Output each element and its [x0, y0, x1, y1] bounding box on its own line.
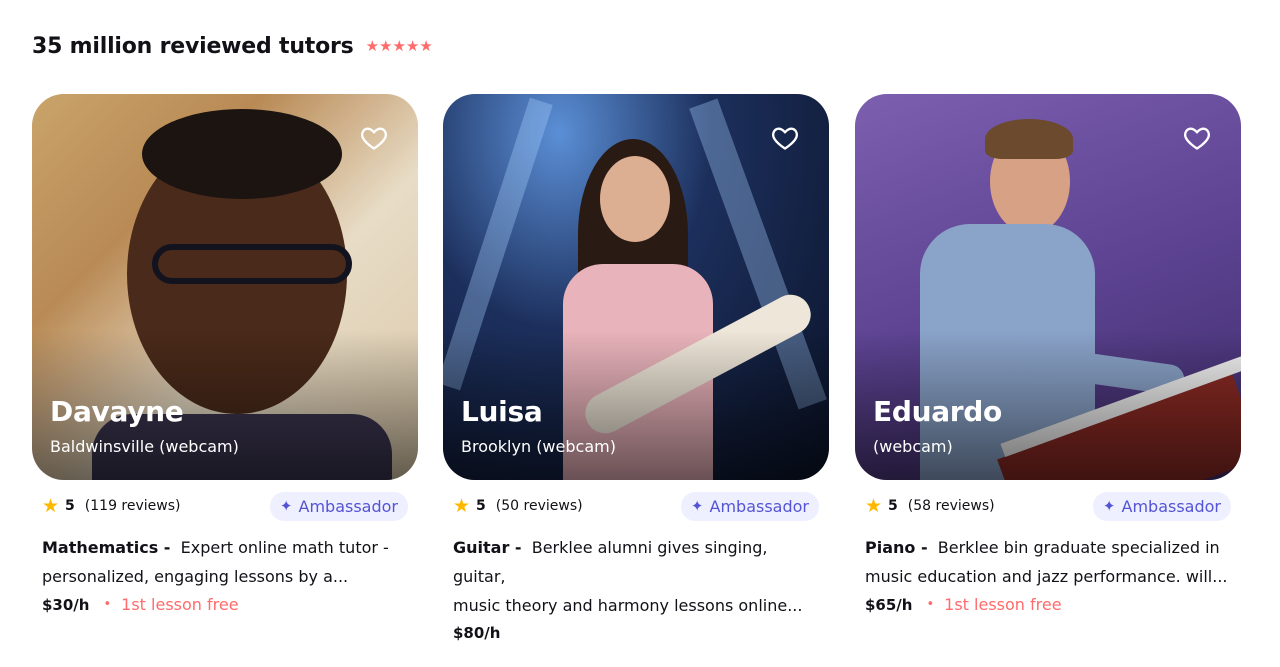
tutor-photo[interactable]: Luisa Brooklyn (webcam) — [443, 94, 829, 480]
sparkle-icon: ✦ — [279, 497, 293, 515]
section-title: 35 million reviewed tutors — [32, 34, 354, 59]
tutor-rating: ★ 5 (50 reviews) — [453, 494, 583, 517]
tutor-photo[interactable]: Eduardo (webcam) — [855, 94, 1241, 480]
tutor-card[interactable]: Eduardo (webcam) ★ 5 (58 reviews) ✦ Amba… — [855, 94, 1241, 614]
rating-stars-icon: ★★★★★ — [365, 37, 433, 55]
tutor-price: $80/h — [453, 624, 501, 642]
separator-dot-icon: • — [103, 597, 112, 612]
tutor-card[interactable]: Davayne Baldwinsville (webcam) ★ 5 (119 … — [32, 94, 418, 614]
tutor-price: $30/h — [42, 595, 90, 614]
separator-dot-icon: • — [926, 597, 935, 612]
tutor-rating: ★ 5 (119 reviews) — [42, 494, 181, 517]
tutor-name: Luisa — [461, 395, 543, 428]
star-icon: ★ — [42, 494, 60, 517]
tutor-subject: Guitar - — [453, 538, 522, 557]
tutor-description: Mathematics - Expert online math tutor -… — [42, 538, 389, 586]
free-lesson-label: 1st lesson free — [944, 595, 1062, 614]
sparkle-icon: ✦ — [690, 497, 704, 515]
tutor-location: Baldwinsville (webcam) — [50, 437, 239, 456]
tutor-price: $65/h — [865, 595, 913, 614]
tutor-description: Piano - Berklee bin graduate specialized… — [865, 538, 1228, 586]
tutor-card[interactable]: Luisa Brooklyn (webcam) ★ 5 (50 reviews)… — [443, 94, 829, 642]
section-header: 35 million reviewed tutors ★★★★★ — [32, 34, 433, 59]
tutor-subject: Mathematics - — [42, 538, 171, 557]
tutor-location: Brooklyn (webcam) — [461, 437, 616, 456]
review-count: (58 reviews) — [907, 498, 995, 514]
tutor-description: Guitar - Berklee alumni gives singing, g… — [453, 538, 803, 615]
tutor-rating: ★ 5 (58 reviews) — [865, 494, 995, 517]
tutor-location: (webcam) — [873, 437, 953, 456]
heart-icon[interactable] — [1183, 124, 1211, 152]
ambassador-badge: ✦ Ambassador — [269, 491, 408, 521]
ambassador-badge: ✦ Ambassador — [1092, 491, 1231, 521]
ambassador-badge: ✦ Ambassador — [680, 491, 819, 521]
heart-icon[interactable] — [771, 124, 799, 152]
tutor-subject: Piano - — [865, 538, 928, 557]
star-icon: ★ — [453, 494, 471, 517]
tutor-photo[interactable]: Davayne Baldwinsville (webcam) — [32, 94, 418, 480]
tutor-name: Davayne — [50, 395, 184, 428]
heart-icon[interactable] — [360, 124, 388, 152]
review-count: (119 reviews) — [84, 498, 181, 514]
free-lesson-label: 1st lesson free — [121, 595, 239, 614]
star-icon: ★ — [865, 494, 883, 517]
tutor-name: Eduardo — [873, 395, 1002, 428]
sparkle-icon: ✦ — [1102, 497, 1116, 515]
review-count: (50 reviews) — [495, 498, 583, 514]
